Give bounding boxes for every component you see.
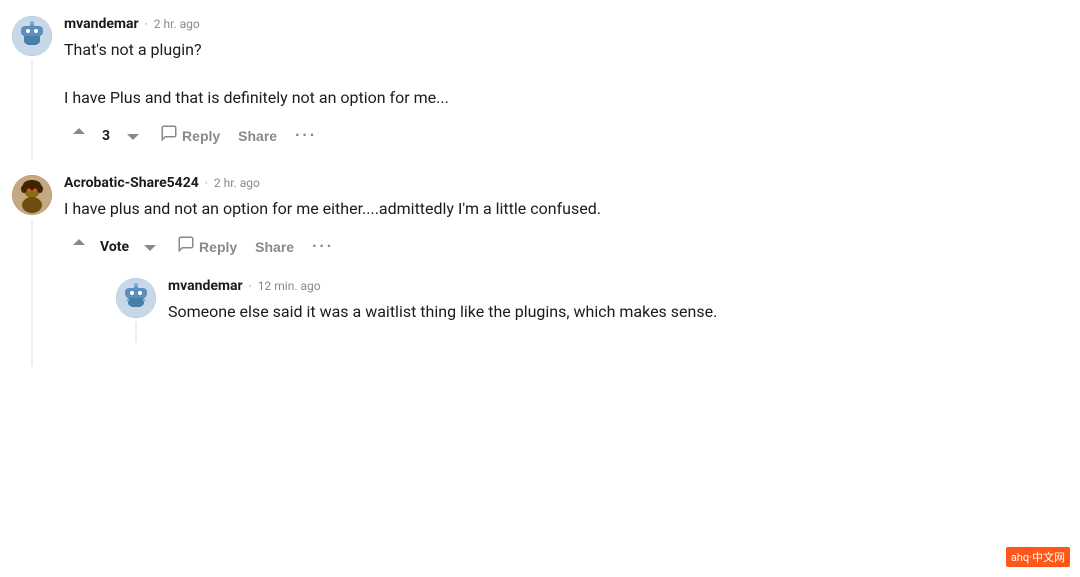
share-button-1[interactable]: Share — [232, 124, 283, 148]
share-label-2: Share — [255, 239, 294, 255]
comment-body-3: mvandemar · 12 min. ago Someone else sai… — [168, 278, 1068, 342]
comment-1: mvandemar · 2 hr. ago That's not a plugi… — [12, 16, 1068, 159]
comment-actions-2: Vote Reply — [64, 231, 1068, 262]
chat-icon-1 — [160, 124, 178, 147]
comment-header-1: mvandemar · 2 hr. ago — [64, 16, 1068, 32]
vote-count-1: 3 — [100, 128, 112, 144]
reply-label-1: Reply — [182, 128, 220, 144]
downvote-button-2[interactable] — [135, 232, 165, 261]
dot-sep-1: · — [145, 17, 148, 31]
more-button-2[interactable]: ··· — [306, 234, 340, 260]
comment-left-1 — [12, 16, 52, 159]
comment-3-nested: mvandemar · 12 min. ago Someone else sai… — [116, 278, 1068, 342]
upvote-icon-1 — [70, 125, 88, 146]
comment-header-3: mvandemar · 12 min. ago — [168, 278, 1068, 294]
upvote-button-1[interactable] — [64, 121, 94, 150]
avatar-mvandemar-1 — [12, 16, 52, 56]
comment-text-3: Someone else said it was a waitlist thin… — [168, 300, 1068, 324]
more-button-1[interactable]: ··· — [289, 123, 323, 149]
comment-body-1: mvandemar · 2 hr. ago That's not a plugi… — [64, 16, 1068, 159]
timestamp-2: 2 hr. ago — [214, 176, 260, 190]
comment-text-1: That's not a plugin? I have Plus and tha… — [64, 38, 1068, 110]
comment-left-3 — [116, 278, 156, 342]
comment-line-2: I have Plus and that is definitely not a… — [64, 86, 1068, 110]
timestamp-3: 12 min. ago — [258, 279, 321, 293]
comment-actions-1: 3 Reply S — [64, 120, 1068, 151]
vote-text-2: Vote — [100, 239, 129, 255]
comment-body-2: Acrobatic-Share5424 · 2 hr. ago I have p… — [64, 175, 1068, 366]
comment-header-2: Acrobatic-Share5424 · 2 hr. ago — [64, 175, 1068, 191]
comment-line-1: That's not a plugin? — [64, 38, 1068, 62]
reply-label-2: Reply — [199, 239, 237, 255]
username-1: mvandemar — [64, 16, 139, 32]
upvote-icon-2 — [70, 236, 88, 257]
dot-sep-3: · — [249, 279, 252, 293]
upvote-button-2[interactable] — [64, 232, 94, 261]
thread-line-3 — [135, 322, 137, 342]
thread-line-2 — [31, 219, 33, 366]
watermark: ahq·中文网 — [1006, 547, 1070, 567]
comment-2: Acrobatic-Share5424 · 2 hr. ago I have p… — [12, 175, 1068, 366]
more-icon-1: ··· — [295, 127, 317, 145]
avatar-acrobatic — [12, 175, 52, 215]
username-2: Acrobatic-Share5424 — [64, 175, 199, 191]
reply-button-1[interactable]: Reply — [154, 120, 226, 151]
share-label-1: Share — [238, 128, 277, 144]
downvote-icon-2 — [141, 236, 159, 257]
username-3: mvandemar — [168, 278, 243, 294]
timestamp-1: 2 hr. ago — [154, 17, 200, 31]
comment-text-2: I have plus and not an option for me eit… — [64, 197, 1068, 221]
comment-thread: mvandemar · 2 hr. ago That's not a plugi… — [12, 16, 1068, 366]
thread-line-1 — [31, 60, 33, 159]
comment-left-2 — [12, 175, 52, 366]
reply-button-2[interactable]: Reply — [171, 231, 243, 262]
dot-sep-2: · — [205, 176, 208, 190]
chat-icon-2 — [177, 235, 195, 258]
watermark-text: ahq·中文网 — [1011, 551, 1065, 564]
avatar-mvandemar-2 — [116, 278, 156, 318]
downvote-icon-1 — [124, 125, 142, 146]
more-icon-2: ··· — [312, 238, 334, 256]
downvote-button-1[interactable] — [118, 121, 148, 150]
share-button-2[interactable]: Share — [249, 235, 300, 259]
